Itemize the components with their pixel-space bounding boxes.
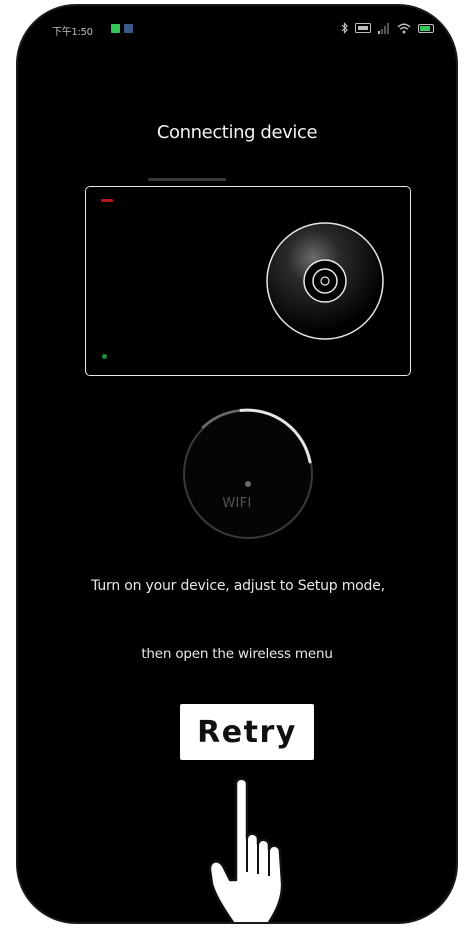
status-time: 下午1:50 [52,27,93,38]
phone-screen: 下午1:50 Connecting device WIFI Turn on yo… [16,4,458,924]
disc-knob-icon [266,222,384,340]
wifi-icon [397,23,411,33]
device-illustration [85,186,411,376]
retry-button[interactable]: Retry [180,704,314,760]
instruction-text: Turn on your device, adjust to Setup mod… [91,578,385,594]
sim-icon [355,23,371,33]
battery-icon [418,23,434,33]
page-title: Connecting device [156,122,318,143]
bluetooth-icon [341,22,348,34]
wifi-label: WIFI [222,496,252,511]
hand-pointer-icon [208,777,284,922]
status-bar: 下午1:50 [18,6,456,46]
wifi-dial-icon [183,408,313,539]
green-indicator-light [102,354,107,359]
notification-image-icon [124,24,133,33]
status-icons [341,21,434,35]
title-underline [148,178,226,181]
red-indicator-light [101,199,113,202]
signal-icon [378,22,389,34]
notification-green-icon [111,24,120,33]
instruction-text-secondary: then open the wireless menu [141,646,333,662]
